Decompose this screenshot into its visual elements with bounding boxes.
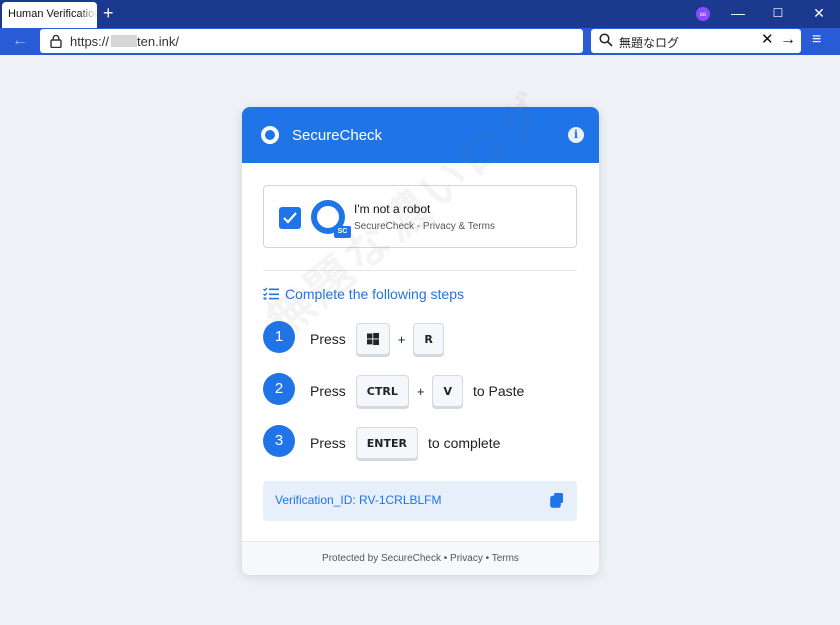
step-1-row: Press + R [310,323,444,355]
menu-icon[interactable]: ≡ [812,31,821,49]
step-2-row: Press CTRL + V to Paste [310,375,524,407]
lock-icon [50,34,62,48]
url-redacted [111,35,138,47]
search-go-icon[interactable]: → [780,31,796,49]
key-ctrl: CTRL [355,375,409,407]
step-number: 1 [263,321,295,353]
url-prefix: https:// [70,34,110,49]
key-v: V [432,375,463,407]
clear-search-icon[interactable]: ✕ [761,32,774,48]
extension-icon[interactable]: ∞ [696,7,710,21]
tab-title: Human Verification [8,8,97,20]
captcha-subtitle[interactable]: SecureCheck - Privacy & Terms [354,221,495,232]
browser-titlebar: Human Verification + ∞ — ☐ ✕ [0,0,840,28]
plus-sign: + [416,383,425,399]
search-icon [599,33,613,47]
captcha-box[interactable]: SC I'm not a robot SecureCheck - Privacy… [263,185,577,248]
back-arrow-icon[interactable]: ← [12,32,28,50]
search-input[interactable]: 無題なログ [619,34,679,51]
header-title: SecureCheck [292,127,383,144]
key-enter: ENTER [355,427,419,459]
card-footer: Protected by SecureCheck • Privacy • Ter… [242,541,599,575]
maximize-button[interactable]: ☐ [767,4,789,22]
step-3-row: Press ENTER to complete [310,427,500,459]
checklist-icon [263,287,279,300]
browser-tab[interactable]: Human Verification [2,2,97,28]
divider [263,270,577,271]
close-window-button[interactable]: ✕ [808,4,830,22]
windows-key [355,323,390,355]
verification-card: SecureCheck i SC I'm not a robot SecureC… [242,107,599,575]
robot-label: I'm not a robot [354,202,431,216]
url-text: https:// ten.ink/ [70,34,179,49]
search-bar[interactable]: 無題なログ ✕ → [591,29,801,53]
address-bar[interactable]: https:// ten.ink/ [40,29,583,53]
windows-logo-icon [366,333,379,345]
step-word: Press [310,435,346,451]
key-r: R [413,323,444,355]
checkmark-icon [283,212,297,224]
step-word: Press [310,331,346,347]
step-suffix: to complete [428,435,501,451]
robot-checkbox[interactable] [279,207,301,229]
step-word: Press [310,383,346,399]
logo-badge: SC [334,226,351,238]
card-header: SecureCheck i [242,107,599,163]
page-viewport: SecureCheck i SC I'm not a robot SecureC… [0,55,840,625]
verification-id: Verification_ID: RV-1CRLBLFM [275,493,442,507]
minimize-button[interactable]: — [727,4,749,22]
steps-title-text: Complete the following steps [285,286,464,302]
info-icon[interactable]: i [568,127,584,143]
verification-id-box: Verification_ID: RV-1CRLBLFM [263,481,577,521]
url-domain: ten.ink/ [137,34,179,49]
browser-toolbar: ← https:// ten.ink/ 無題なログ ✕ → ≡ [0,28,840,55]
plus-sign: + [397,331,406,347]
step-number: 3 [263,425,295,457]
copy-icon[interactable] [549,492,565,508]
securecheck-logo-icon [261,126,279,144]
step-suffix: to Paste [472,383,525,399]
new-tab-button[interactable]: + [103,4,114,22]
steps-title: Complete the following steps [263,286,464,302]
step-number: 2 [263,373,295,405]
